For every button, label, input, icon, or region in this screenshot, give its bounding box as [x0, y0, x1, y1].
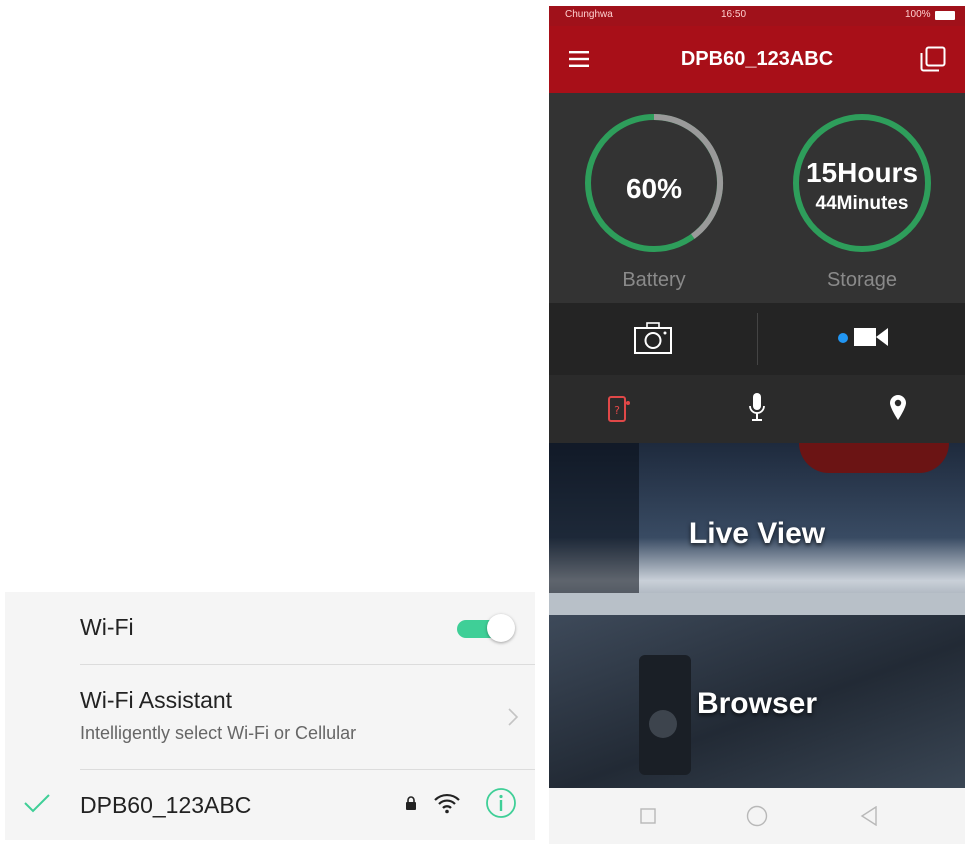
- battery-icon: [935, 11, 955, 20]
- info-icon[interactable]: [485, 787, 517, 819]
- storage-minutes: 44Minutes: [815, 193, 909, 214]
- square-icon[interactable]: [640, 808, 656, 824]
- phone-screen: Chunghwa 16:50 100% DPB60_123ABC 60% Bat…: [549, 6, 965, 844]
- capture-mode-bar: [549, 303, 965, 375]
- video-mode-button[interactable]: [758, 303, 965, 375]
- wifi-assistant-row[interactable]: Wi-Fi Assistant Intelligently select Wi-…: [5, 665, 535, 769]
- network-name: DPB60_123ABC: [80, 792, 252, 818]
- device-title: DPB60_123ABC: [680, 48, 834, 70]
- wifi-toggle[interactable]: [457, 614, 515, 642]
- video-icon: [854, 328, 888, 346]
- wifi-assistant-title: Wi-Fi Assistant: [80, 687, 233, 713]
- circle-icon[interactable]: [746, 805, 768, 827]
- storage-hours: 15Hours: [805, 157, 919, 188]
- network-row[interactable]: DPB60_123ABC: [5, 770, 535, 840]
- wifi-toggle-knob: [487, 614, 515, 642]
- status-gauges: 60% Battery 15Hours 44Minutes Storage: [549, 93, 965, 303]
- photo-mode-button[interactable]: [549, 303, 757, 375]
- live-view-card[interactable]: Live View: [549, 443, 965, 615]
- selected-indicator-dot: [838, 333, 848, 343]
- back-triangle-icon[interactable]: [860, 806, 878, 826]
- browser-title: Browser: [696, 687, 818, 720]
- lock-icon: [406, 796, 416, 810]
- wifi-assistant-subtitle: Intelligently select Wi-Fi or Cellular: [80, 723, 357, 743]
- svg-text:?: ?: [614, 404, 620, 417]
- wifi-toggle-row[interactable]: Wi-Fi: [5, 592, 535, 664]
- system-nav-bar: [549, 788, 965, 844]
- wifi-settings-panel: Wi-Fi Wi-Fi Assistant Intelligently sele…: [5, 592, 535, 840]
- car-roof-graphic: [549, 593, 965, 615]
- battery-value: 60%: [625, 173, 683, 204]
- battery-percent: 100%: [905, 9, 931, 20]
- live-view-title: Live View: [688, 517, 826, 550]
- tools-bar: ?: [549, 375, 965, 443]
- carrier-name: Chunghwa: [565, 9, 613, 20]
- chevron-right-icon: [508, 708, 519, 726]
- battery-label: Battery: [622, 269, 686, 291]
- siren-light-graphic: [799, 443, 949, 473]
- location-pin-icon[interactable]: [888, 393, 908, 421]
- app-header: DPB60_123ABC: [549, 26, 965, 93]
- microphone-icon[interactable]: [749, 392, 765, 424]
- status-time: 16:50: [721, 9, 747, 20]
- storage-label: Storage: [826, 269, 898, 291]
- wifi-label: Wi-Fi: [80, 614, 134, 640]
- copy-windows-icon[interactable]: [920, 46, 946, 72]
- device-info-icon[interactable]: ?: [607, 395, 631, 423]
- wifi-signal-icon: [434, 793, 460, 814]
- check-icon: [24, 794, 50, 813]
- browser-card[interactable]: Browser: [549, 615, 965, 788]
- camera-icon: [634, 322, 672, 354]
- status-bar: Chunghwa 16:50 100%: [549, 6, 965, 26]
